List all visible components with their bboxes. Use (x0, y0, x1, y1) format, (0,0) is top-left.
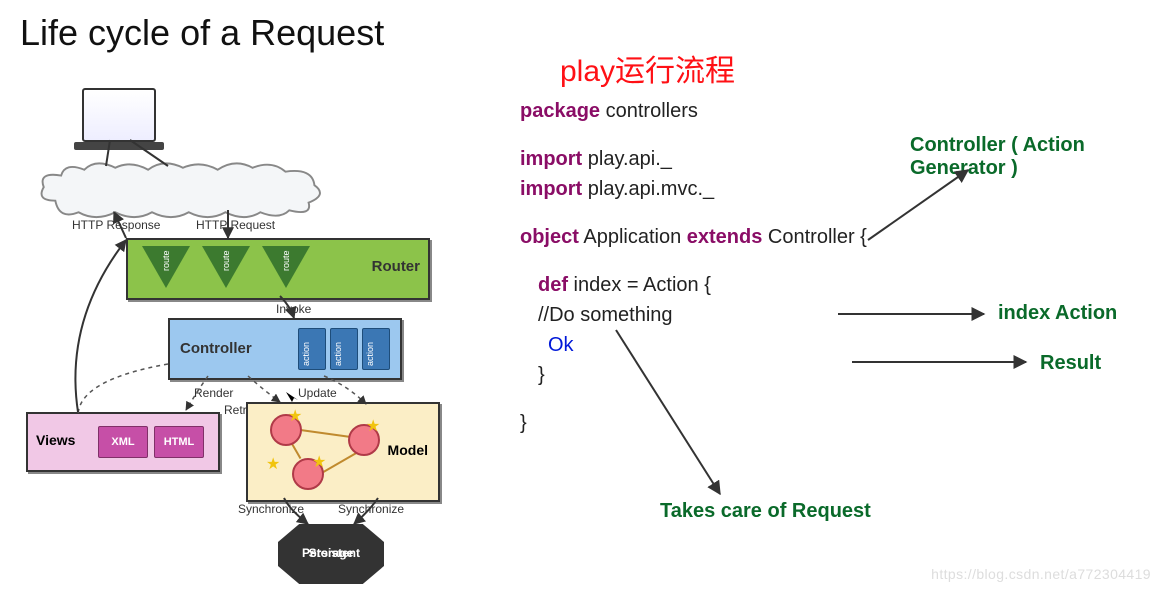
action-slot-icon: action (330, 328, 358, 370)
annotation-takes-care: Takes care of Request (660, 500, 871, 523)
code-line-ok: Ok (520, 330, 1130, 360)
update-label: Update (298, 386, 337, 400)
page-title: Life cycle of a Request (20, 12, 384, 54)
router-label: Router (372, 258, 420, 275)
code-line-object: object Application extends Controller { (520, 222, 1130, 252)
route-triangle-icon: route (262, 246, 310, 288)
views-chip-html: HTML (154, 426, 204, 458)
code-line-def: def index = Action { (520, 270, 1130, 300)
code-line-close1: } (520, 360, 1130, 390)
code-line-close2: } (520, 408, 1130, 438)
invoke-label: Invoke (276, 302, 311, 316)
persistent-storage-box: Persistent Storage (278, 524, 384, 584)
laptop-icon (82, 88, 156, 142)
storage-line2: Storage (309, 547, 354, 560)
subtitle-red: play运行流程 (560, 46, 735, 90)
annotation-controller-ag: Controller ( Action Generator ) (910, 134, 1171, 180)
router-box: Router route route route (126, 238, 430, 300)
synchronize-label: Synchronize (238, 502, 304, 516)
synchronize-label: Synchronize (338, 502, 404, 516)
views-label: Views (36, 432, 75, 448)
http-request-label: HTTP Request (196, 218, 275, 232)
views-box: Views XML HTML (26, 412, 220, 472)
action-slot-icon: action (298, 328, 326, 370)
cloud-icon (36, 162, 326, 220)
lifecycle-diagram: HTTP Response HTTP Request Router route … (18, 70, 488, 590)
route-triangle-icon: route (142, 246, 190, 288)
controller-label: Controller (180, 340, 252, 357)
route-triangle-icon: route (202, 246, 250, 288)
render-label: Render (194, 386, 233, 400)
model-box: Model ★ ★ ★ ★ (246, 402, 440, 502)
annotation-result: Result (1040, 352, 1101, 375)
action-slot-icon: action (362, 328, 390, 370)
views-chip-xml: XML (98, 426, 148, 458)
model-label: Model (388, 442, 428, 458)
annotation-index-action: index Action (998, 302, 1117, 325)
http-response-label: HTTP Response (72, 218, 160, 232)
model-star-icon: ★ (366, 416, 380, 436)
model-star-icon: ★ (312, 452, 326, 472)
watermark-text: https://blog.csdn.net/a772304419 (931, 566, 1151, 582)
code-line-package: package controllers (520, 96, 1130, 126)
model-star-icon: ★ (266, 454, 280, 474)
model-star-icon: ★ (288, 406, 302, 426)
controller-box: Controller action action action (168, 318, 402, 380)
